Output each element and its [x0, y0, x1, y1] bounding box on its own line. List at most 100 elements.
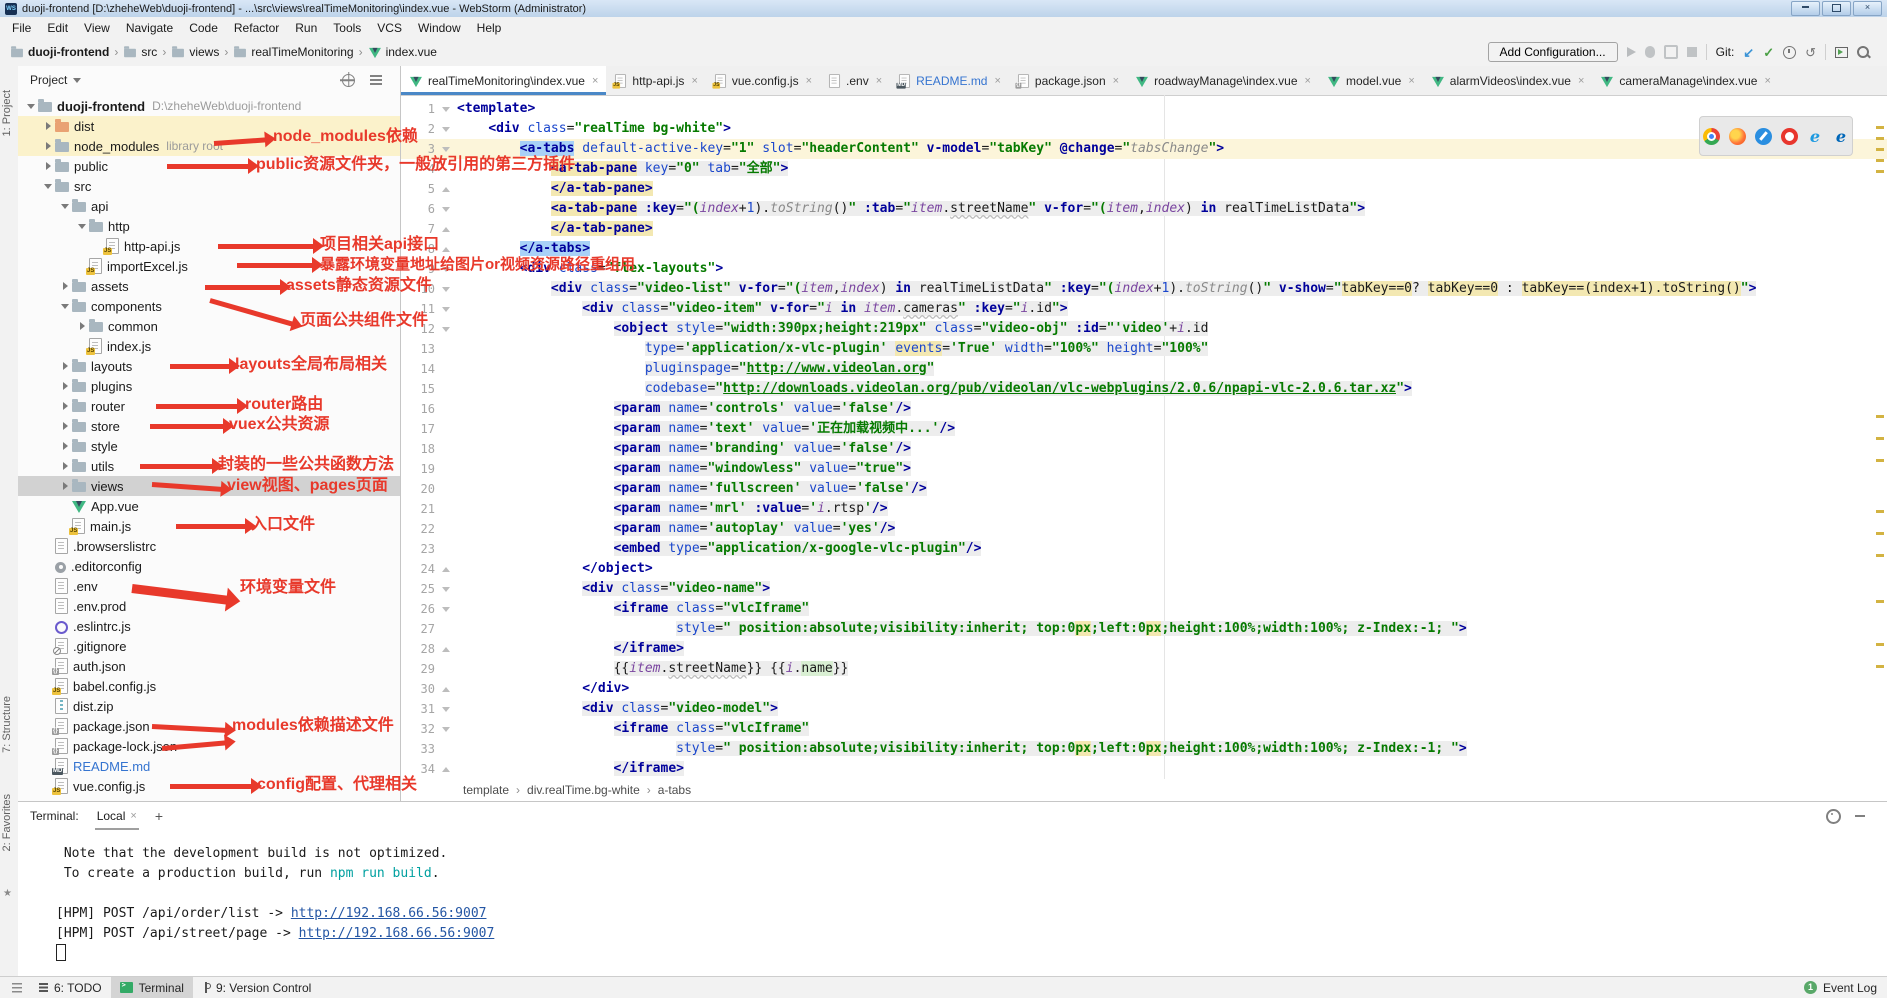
- close-icon[interactable]: ×: [130, 810, 136, 822]
- terminal-settings-gear-icon[interactable]: [1826, 809, 1841, 824]
- project-panel-header[interactable]: Project: [18, 66, 400, 94]
- tree-item-api[interactable]: api: [18, 196, 400, 216]
- tree-item-README.md[interactable]: README.md: [18, 756, 400, 776]
- menu-code[interactable]: Code: [181, 19, 226, 37]
- git-update-icon[interactable]: ↙: [1743, 46, 1754, 59]
- tab-close-icon[interactable]: ×: [1764, 75, 1770, 87]
- tab-.env[interactable]: .env×: [820, 66, 890, 95]
- tool-window-project[interactable]: 1: Project: [1, 90, 13, 136]
- run-icon[interactable]: [1627, 47, 1636, 57]
- status-item-event-log[interactable]: 1 Event Log: [1804, 981, 1887, 995]
- tab-close-icon[interactable]: ×: [1113, 75, 1119, 87]
- tree-toggle-icon[interactable]: [58, 304, 72, 309]
- fold-marker[interactable]: [435, 259, 457, 279]
- breadcrumb-item-index.vue[interactable]: index.vue: [368, 45, 437, 59]
- fold-marker[interactable]: [435, 679, 457, 699]
- menu-vcs[interactable]: VCS: [369, 19, 410, 37]
- tree-item-store[interactable]: store: [18, 416, 400, 436]
- menu-tools[interactable]: Tools: [325, 19, 369, 37]
- terminal-link[interactable]: http://192.168.66.56:9007: [291, 906, 487, 921]
- fold-marker[interactable]: [435, 279, 457, 299]
- tree-item-index.js[interactable]: index.js: [18, 336, 400, 356]
- fold-marker[interactable]: [435, 139, 457, 159]
- warning-stripe-mark[interactable]: [1876, 600, 1884, 603]
- tab-alarmVideos-index.vue[interactable]: alarmVideos\index.vue×: [1423, 66, 1593, 95]
- tab-http-api.js[interactable]: http-api.js×: [606, 66, 705, 95]
- fold-marker[interactable]: [435, 579, 457, 599]
- tab-roadwayManage-index.vue[interactable]: roadwayManage\index.vue×: [1127, 66, 1319, 95]
- editor-breadcrumb-div.realTime.bg-white[interactable]: div.realTime.bg-white: [527, 783, 640, 797]
- tab-close-icon[interactable]: ×: [1305, 75, 1311, 87]
- tree-item-auth.json[interactable]: auth.json: [18, 656, 400, 676]
- warning-stripe-mark[interactable]: [1876, 126, 1884, 129]
- locate-file-icon[interactable]: [342, 74, 355, 87]
- tree-item-router[interactable]: router: [18, 396, 400, 416]
- menu-window[interactable]: Window: [410, 19, 469, 37]
- error-stripe[interactable]: [1873, 95, 1887, 779]
- tree-toggle-icon[interactable]: [58, 482, 72, 490]
- breadcrumb-item-realTimeMonitoring[interactable]: realTimeMonitoring: [233, 45, 353, 59]
- tree-item-http-api.js[interactable]: http-api.js: [18, 236, 400, 256]
- tab-cameraManage-index.vue[interactable]: cameraManage\index.vue×: [1592, 66, 1779, 95]
- tree-item-App.vue[interactable]: App.vue: [18, 496, 400, 516]
- warning-stripe-mark[interactable]: [1876, 415, 1884, 418]
- search-everywhere-icon[interactable]: [1857, 46, 1869, 58]
- tree-item-layouts[interactable]: layouts: [18, 356, 400, 376]
- terminal-output[interactable]: Note that the development build is not o…: [18, 830, 1887, 978]
- fold-marker[interactable]: [435, 559, 457, 579]
- safari-browser-icon[interactable]: [1755, 128, 1772, 145]
- fold-marker[interactable]: [435, 319, 457, 339]
- tree-toggle-icon[interactable]: [58, 362, 72, 370]
- tree-item-.gitignore[interactable]: .gitignore: [18, 636, 400, 656]
- tree-item-main.js[interactable]: main.js: [18, 516, 400, 536]
- warning-stripe-mark[interactable]: [1876, 148, 1884, 151]
- tree-toggle-icon[interactable]: [41, 142, 55, 150]
- coverage-icon[interactable]: [1664, 45, 1678, 59]
- firefox-browser-icon[interactable]: [1729, 128, 1746, 145]
- tree-toggle-icon[interactable]: [41, 162, 55, 170]
- tab-close-icon[interactable]: ×: [876, 75, 882, 87]
- tree-toggle-icon[interactable]: [24, 104, 38, 109]
- status-item-todo[interactable]: 6: TODO: [30, 977, 111, 998]
- git-commit-icon[interactable]: ✓: [1763, 46, 1774, 59]
- breadcrumb-item-duoji-frontend[interactable]: duoji-frontend: [10, 45, 109, 59]
- tree-item-utils[interactable]: utils: [18, 456, 400, 476]
- tree-item-.eslintrc.js[interactable]: .eslintrc.js: [18, 616, 400, 636]
- tab-close-icon[interactable]: ×: [994, 75, 1000, 87]
- tree-item-public[interactable]: public: [18, 156, 400, 176]
- menu-help[interactable]: Help: [469, 19, 510, 37]
- tab-close-icon[interactable]: ×: [592, 75, 598, 87]
- tree-toggle-icon[interactable]: [58, 204, 72, 209]
- warning-stripe-mark[interactable]: [1876, 137, 1884, 140]
- tree-toggle-icon[interactable]: [41, 184, 55, 189]
- hide-panel-icon[interactable]: [1855, 815, 1865, 817]
- close-button[interactable]: ×: [1853, 1, 1882, 16]
- fold-marker[interactable]: [435, 119, 457, 139]
- fold-marker[interactable]: [435, 299, 457, 319]
- fold-marker[interactable]: [435, 639, 457, 659]
- tree-item-style[interactable]: style: [18, 436, 400, 456]
- fold-marker[interactable]: [435, 239, 457, 259]
- terminal-link[interactable]: http://192.168.66.56:9007: [299, 926, 495, 941]
- tree-item-babel.config.js[interactable]: babel.config.js: [18, 676, 400, 696]
- menu-view[interactable]: View: [76, 19, 118, 37]
- tree-item-dist.zip[interactable]: dist.zip: [18, 696, 400, 716]
- tree-item-common[interactable]: common: [18, 316, 400, 336]
- menu-run[interactable]: Run: [287, 19, 325, 37]
- tree-toggle-icon[interactable]: [58, 282, 72, 290]
- tree-toggle-icon[interactable]: [58, 422, 72, 430]
- tab-close-icon[interactable]: ×: [806, 75, 812, 87]
- fold-marker[interactable]: [435, 179, 457, 199]
- tree-toggle-icon[interactable]: [75, 224, 89, 229]
- fold-marker[interactable]: [435, 199, 457, 219]
- menu-refactor[interactable]: Refactor: [226, 19, 287, 37]
- ie-browser-icon[interactable]: e: [1807, 128, 1824, 145]
- tab-close-icon[interactable]: ×: [691, 75, 697, 87]
- opera-browser-icon[interactable]: [1781, 128, 1798, 145]
- tree-toggle-icon[interactable]: [58, 442, 72, 450]
- tab-realTimeMonitoring-index.vue[interactable]: realTimeMonitoring\index.vue×: [401, 66, 606, 95]
- tab-close-icon[interactable]: ×: [1578, 75, 1584, 87]
- fold-marker[interactable]: [435, 99, 457, 119]
- fold-marker[interactable]: [435, 719, 457, 739]
- menu-navigate[interactable]: Navigate: [118, 19, 181, 37]
